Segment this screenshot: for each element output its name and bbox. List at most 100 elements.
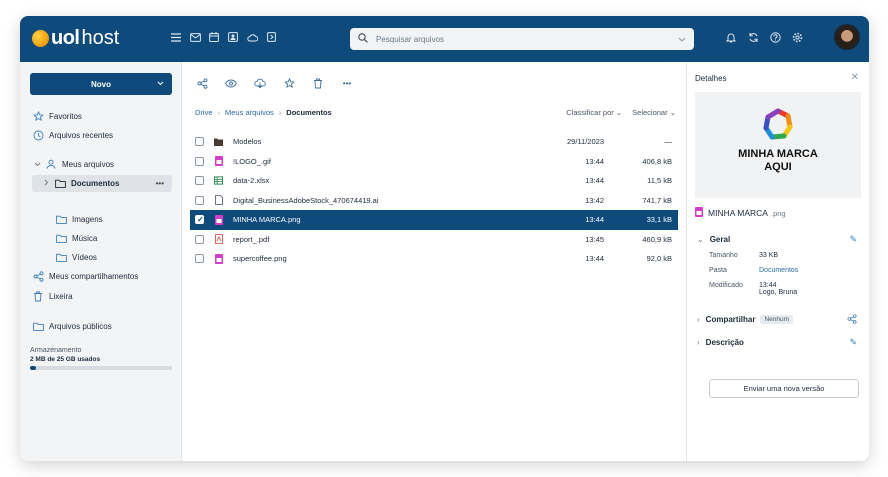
new-button[interactable]: Novo bbox=[30, 73, 172, 95]
section-share-label: Compartilhar bbox=[705, 315, 756, 324]
star-icon bbox=[32, 110, 44, 122]
file-row[interactable]: Modelos 29/11/2023 — bbox=[190, 132, 678, 152]
sidebar-item-shares[interactable]: Meus compartilhamentos bbox=[32, 269, 138, 283]
calendar-icon[interactable] bbox=[208, 30, 220, 44]
storage-label: Armazenamento bbox=[30, 347, 82, 354]
section-description-toggle[interactable]: › Descrição bbox=[697, 338, 744, 347]
search-bar[interactable]: Pesquisar arquivos bbox=[350, 28, 694, 50]
share-icon[interactable] bbox=[847, 314, 857, 326]
sync-icon[interactable] bbox=[747, 30, 759, 44]
folder-file-icon bbox=[214, 137, 223, 147]
breadcrumb-drive[interactable]: Drive bbox=[195, 108, 213, 117]
row-checkbox[interactable] bbox=[195, 195, 204, 205]
section-general-toggle[interactable]: ⌄ Geral bbox=[697, 235, 730, 244]
chevron-down-icon bbox=[34, 160, 41, 169]
select-dropdown[interactable]: Selecionar ⌄ bbox=[632, 108, 676, 117]
row-checkbox[interactable]: ✓ bbox=[195, 215, 204, 225]
sheet-file-icon bbox=[214, 176, 223, 186]
sort-dropdown[interactable]: Classificar por ⌄ bbox=[566, 108, 622, 117]
app-window: uol host Pesquisar arquivos Novo Favorit… bbox=[20, 16, 869, 461]
file-size: — bbox=[664, 137, 673, 147]
file-row[interactable]: data-2.xlsx 13:44 11,5 kB bbox=[190, 171, 678, 191]
settings-icon[interactable] bbox=[791, 30, 803, 44]
file-name[interactable]: Modelos bbox=[233, 137, 261, 146]
sidebar-item-recent[interactable]: Arquivos recentes bbox=[32, 128, 113, 142]
more-icon[interactable]: ••• bbox=[340, 76, 354, 90]
search-icon bbox=[358, 33, 368, 45]
eye-icon[interactable] bbox=[224, 76, 238, 90]
file-row[interactable]: supercoffee.png 13:44 92,0 kB bbox=[190, 249, 678, 269]
file-preview: MINHA MARCA AQUI bbox=[695, 92, 861, 198]
file-row[interactable]: report_.pdf 13:45 460,9 kB bbox=[190, 230, 678, 250]
menu-icon[interactable] bbox=[170, 30, 182, 44]
row-checkbox[interactable] bbox=[195, 176, 204, 186]
check-icon: ✓ bbox=[197, 215, 204, 225]
select-label: Selecionar bbox=[632, 108, 668, 117]
row-checkbox[interactable] bbox=[195, 137, 204, 147]
sidebar-item-documents[interactable]: Documentos ••• bbox=[32, 175, 172, 192]
file-row[interactable]: ✓ MINHA MARCA.png 13:44 33,1 kB bbox=[190, 210, 678, 230]
file-row[interactable]: Digital_BusinessAdobeStock_470674419.ai 1… bbox=[190, 191, 678, 211]
file-name[interactable]: MINHA MARCA.png bbox=[233, 215, 301, 224]
contacts-icon[interactable] bbox=[227, 30, 239, 44]
chevron-right-icon: › bbox=[217, 108, 221, 117]
file-name[interactable]: data-2.xlsx bbox=[233, 176, 269, 185]
sidebar-item-images[interactable]: Imagens bbox=[55, 212, 103, 226]
details-panel: Detalhes ✕ MINHA MARCA AQUI MINHA MARCA … bbox=[686, 62, 869, 461]
sidebar-item-favorites[interactable]: Favoritos bbox=[32, 109, 82, 123]
brand-mark-icon bbox=[763, 108, 793, 140]
brand-logo[interactable]: uol host bbox=[32, 25, 119, 51]
file-date: 13:44 bbox=[585, 176, 604, 186]
row-checkbox[interactable] bbox=[195, 254, 204, 264]
file-name[interactable]: report_.pdf bbox=[233, 235, 269, 244]
sidebar-item-trash[interactable]: Lixeira bbox=[32, 289, 73, 303]
file-name[interactable]: supercoffee.png bbox=[233, 254, 287, 263]
storage-value: 2 MB de 25 GB usados bbox=[30, 356, 101, 363]
detail-folder-link[interactable]: Documentos bbox=[759, 267, 798, 274]
sidebar-item-music[interactable]: Música bbox=[55, 231, 97, 245]
help-icon[interactable] bbox=[769, 30, 781, 44]
user-avatar[interactable] bbox=[834, 24, 860, 50]
section-share-toggle[interactable]: › Compartilhar Nenhum bbox=[697, 315, 794, 324]
file-name[interactable]: Digital_BusinessAdobeStock_470674419.ai bbox=[233, 196, 379, 205]
section-description-label: Descrição bbox=[705, 338, 744, 347]
star-icon[interactable] bbox=[282, 76, 296, 90]
edit-icon[interactable]: ✎ bbox=[849, 234, 857, 245]
image-file-icon bbox=[214, 156, 223, 167]
breadcrumb-my-files[interactable]: Meus arquivos bbox=[225, 108, 274, 117]
chevron-down-icon[interactable] bbox=[678, 35, 686, 44]
sidebar-item-my-files[interactable]: Meus arquivos bbox=[34, 157, 114, 171]
chevron-down-icon: ⌄ bbox=[615, 108, 623, 117]
share-icon[interactable] bbox=[195, 76, 209, 90]
mail-icon[interactable] bbox=[189, 30, 201, 44]
image-file-icon bbox=[214, 253, 223, 264]
sidebar-item-videos[interactable]: Vídeos bbox=[55, 250, 97, 264]
file-name[interactable]: !LOGO_.gif bbox=[233, 157, 271, 166]
preview-text: MINHA MARCA AQUI bbox=[738, 148, 818, 174]
file-row[interactable]: !LOGO_.gif 13:44 406,8 kB bbox=[190, 152, 678, 172]
row-checkbox[interactable] bbox=[195, 156, 204, 166]
detail-size-value: 33 KB bbox=[759, 252, 779, 259]
docs-icon[interactable] bbox=[265, 30, 277, 44]
more-icon[interactable]: ••• bbox=[156, 179, 164, 188]
trash-icon bbox=[32, 290, 44, 302]
detail-modified-by: Logo, Bruna bbox=[759, 289, 798, 296]
detail-modified-value: 13:44 Logo, Bruna bbox=[759, 282, 797, 296]
close-icon[interactable]: ✕ bbox=[851, 72, 859, 83]
edit-icon[interactable]: ✎ bbox=[849, 337, 857, 348]
file-size: 460,9 kB bbox=[642, 234, 672, 244]
row-checkbox[interactable] bbox=[195, 234, 204, 244]
sidebar-item-label: Imagens bbox=[72, 214, 103, 224]
trash-icon[interactable] bbox=[311, 76, 325, 90]
cloud-icon[interactable] bbox=[246, 30, 258, 44]
folder-icon bbox=[55, 251, 67, 263]
upload-new-version-button[interactable]: Enviar uma nova versão bbox=[709, 379, 859, 398]
clock-icon bbox=[32, 129, 44, 141]
chevron-right-icon: › bbox=[697, 338, 700, 347]
bell-icon[interactable] bbox=[725, 30, 737, 44]
sidebar-item-public[interactable]: Arquivos públicos bbox=[32, 319, 112, 333]
download-icon[interactable] bbox=[253, 76, 267, 90]
logo-ball-icon bbox=[32, 29, 49, 47]
search-input[interactable]: Pesquisar arquivos bbox=[376, 35, 678, 44]
sidebar-item-label: Documentos bbox=[71, 179, 120, 188]
